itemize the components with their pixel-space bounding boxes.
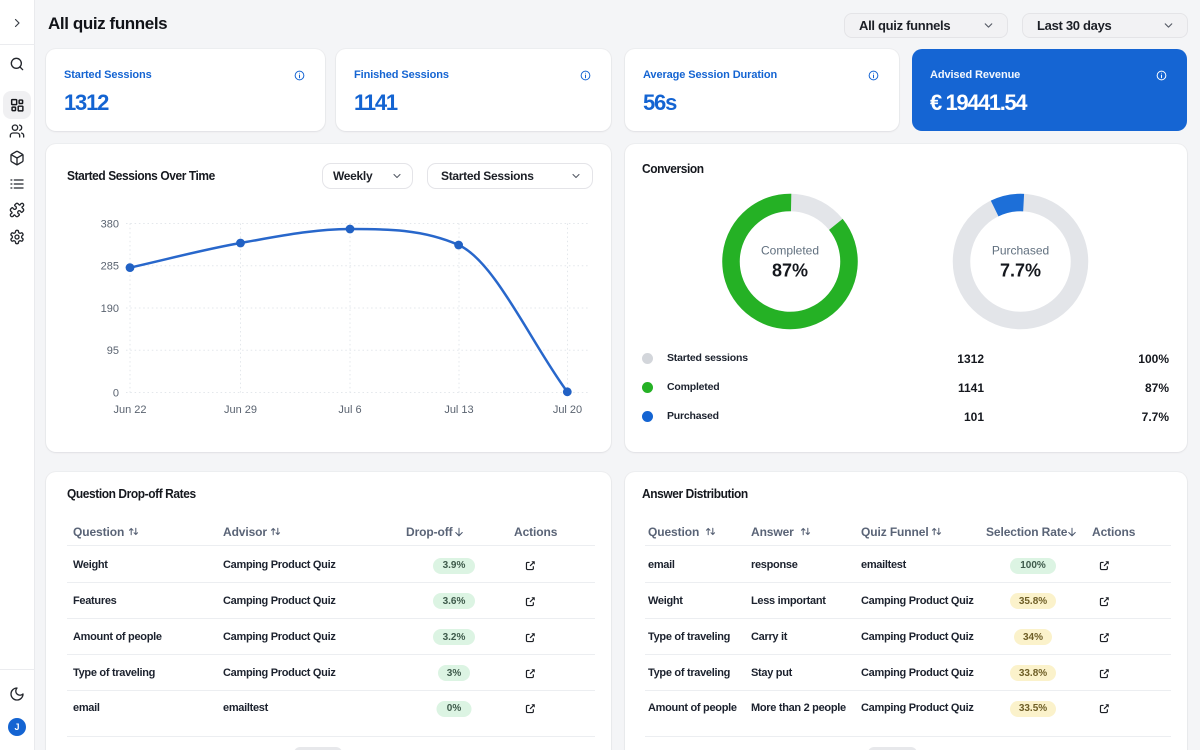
- svg-text:95: 95: [107, 345, 119, 357]
- svg-text:Jun 22: Jun 22: [113, 404, 146, 416]
- svg-text:190: 190: [101, 303, 119, 315]
- svg-text:285: 285: [101, 261, 119, 273]
- svg-text:0: 0: [113, 388, 119, 400]
- svg-text:Jun 29: Jun 29: [224, 404, 257, 416]
- svg-text:Completed: Completed: [761, 244, 819, 258]
- svg-text:Jul 20: Jul 20: [553, 404, 582, 416]
- svg-text:380: 380: [101, 219, 119, 231]
- svg-text:Jul 13: Jul 13: [444, 404, 473, 416]
- svg-text:Purchased: Purchased: [992, 244, 1049, 258]
- svg-text:87%: 87%: [772, 261, 808, 281]
- svg-text:Jul 6: Jul 6: [338, 404, 361, 416]
- svg-text:7.7%: 7.7%: [1000, 261, 1041, 281]
